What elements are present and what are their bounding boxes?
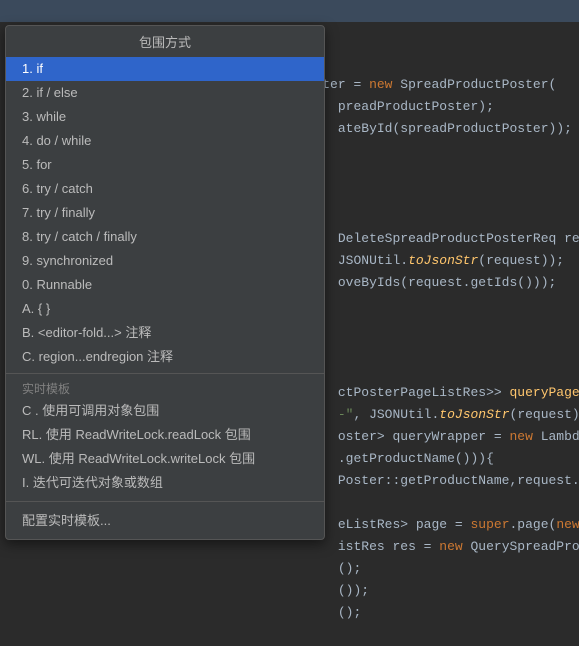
code-text: .page( xyxy=(510,517,557,532)
template-item-writelock[interactable]: WL. 使用 ReadWriteLock.writeLock 包围 xyxy=(6,447,324,471)
template-item-readlock[interactable]: RL. 使用 ReadWriteLock.readLock 包围 xyxy=(6,423,324,447)
configure-templates-link[interactable]: 配置实时模板... xyxy=(6,501,324,539)
code-text: ctPosterPageListRes>> xyxy=(338,385,510,400)
code-text: eListRes> page = xyxy=(338,517,471,532)
popup-title: 包围方式 xyxy=(6,26,324,57)
popup-item-runnable[interactable]: 0. Runnable xyxy=(6,273,324,297)
popup-item-for[interactable]: 5. for xyxy=(6,153,324,177)
code-text: DeleteSpreadProductPosterReq req xyxy=(338,231,579,246)
code-text: oveByIds(request.getIds())); xyxy=(338,275,556,290)
code-text: )); xyxy=(549,121,572,136)
keyword: super xyxy=(470,517,509,532)
method-decl: queryPageL xyxy=(510,385,579,400)
keyword: new xyxy=(369,77,392,92)
keyword: new xyxy=(510,429,533,444)
code-text: (); xyxy=(338,605,361,620)
code-text: (); xyxy=(338,561,361,576)
code-text: (request)); xyxy=(510,407,579,422)
code-text: (request)); xyxy=(478,253,564,268)
current-line-highlight xyxy=(0,0,579,22)
popup-item-try-catch[interactable]: 6. try / catch xyxy=(6,177,324,201)
code-text: preadProductPoster); xyxy=(338,99,494,114)
popup-item-while[interactable]: 3. while xyxy=(6,105,324,129)
code-text: Poster::getProductName,request.ge xyxy=(338,473,579,488)
code-text: JSONUtil. xyxy=(338,253,408,268)
templates-header: 实时模板 xyxy=(6,373,324,399)
popup-item-if[interactable]: 1. if xyxy=(6,57,324,81)
method-call: toJsonStr xyxy=(408,253,478,268)
popup-item-try-catch-finally[interactable]: 8. try / catch / finally xyxy=(6,225,324,249)
method-call: toJsonStr xyxy=(439,407,509,422)
popup-item-region[interactable]: C. region...endregion 注释 xyxy=(6,345,324,369)
code-text: ateById( xyxy=(338,121,400,136)
popup-item-synchronized[interactable]: 9. synchronized xyxy=(6,249,324,273)
code-text: SpreadProductPoster( xyxy=(392,77,556,92)
popup-item-if-else[interactable]: 2. if / else xyxy=(6,81,324,105)
popup-item-try-finally[interactable]: 7. try / finally xyxy=(6,201,324,225)
code-text: .getProductName())){ xyxy=(338,451,494,466)
code-text: QuerySpreadProdu xyxy=(463,539,579,554)
code-text: , JSONUtil. xyxy=(353,407,439,422)
code-text: spreadProductPoster xyxy=(400,121,548,136)
string: -" xyxy=(338,407,354,422)
popup-item-do-while[interactable]: 4. do / while xyxy=(6,129,324,153)
keyword: new xyxy=(556,517,579,532)
surround-with-popup: 包围方式 1. if 2. if / else 3. while 4. do /… xyxy=(5,25,325,540)
code-text: istRes res = xyxy=(338,539,439,554)
code-text: ()); xyxy=(338,583,369,598)
template-item-callable[interactable]: C . 使用可调用对象包围 xyxy=(6,399,324,423)
template-item-iterate[interactable]: I. 迭代可迭代对象或数组 xyxy=(6,471,324,495)
popup-item-block[interactable]: A. { } xyxy=(6,297,324,321)
code-text: oster> queryWrapper = xyxy=(338,429,510,444)
keyword: new xyxy=(439,539,462,554)
code-text: LambdaQ xyxy=(533,429,579,444)
popup-item-editor-fold[interactable]: B. <editor-fold...> 注释 xyxy=(6,321,324,345)
